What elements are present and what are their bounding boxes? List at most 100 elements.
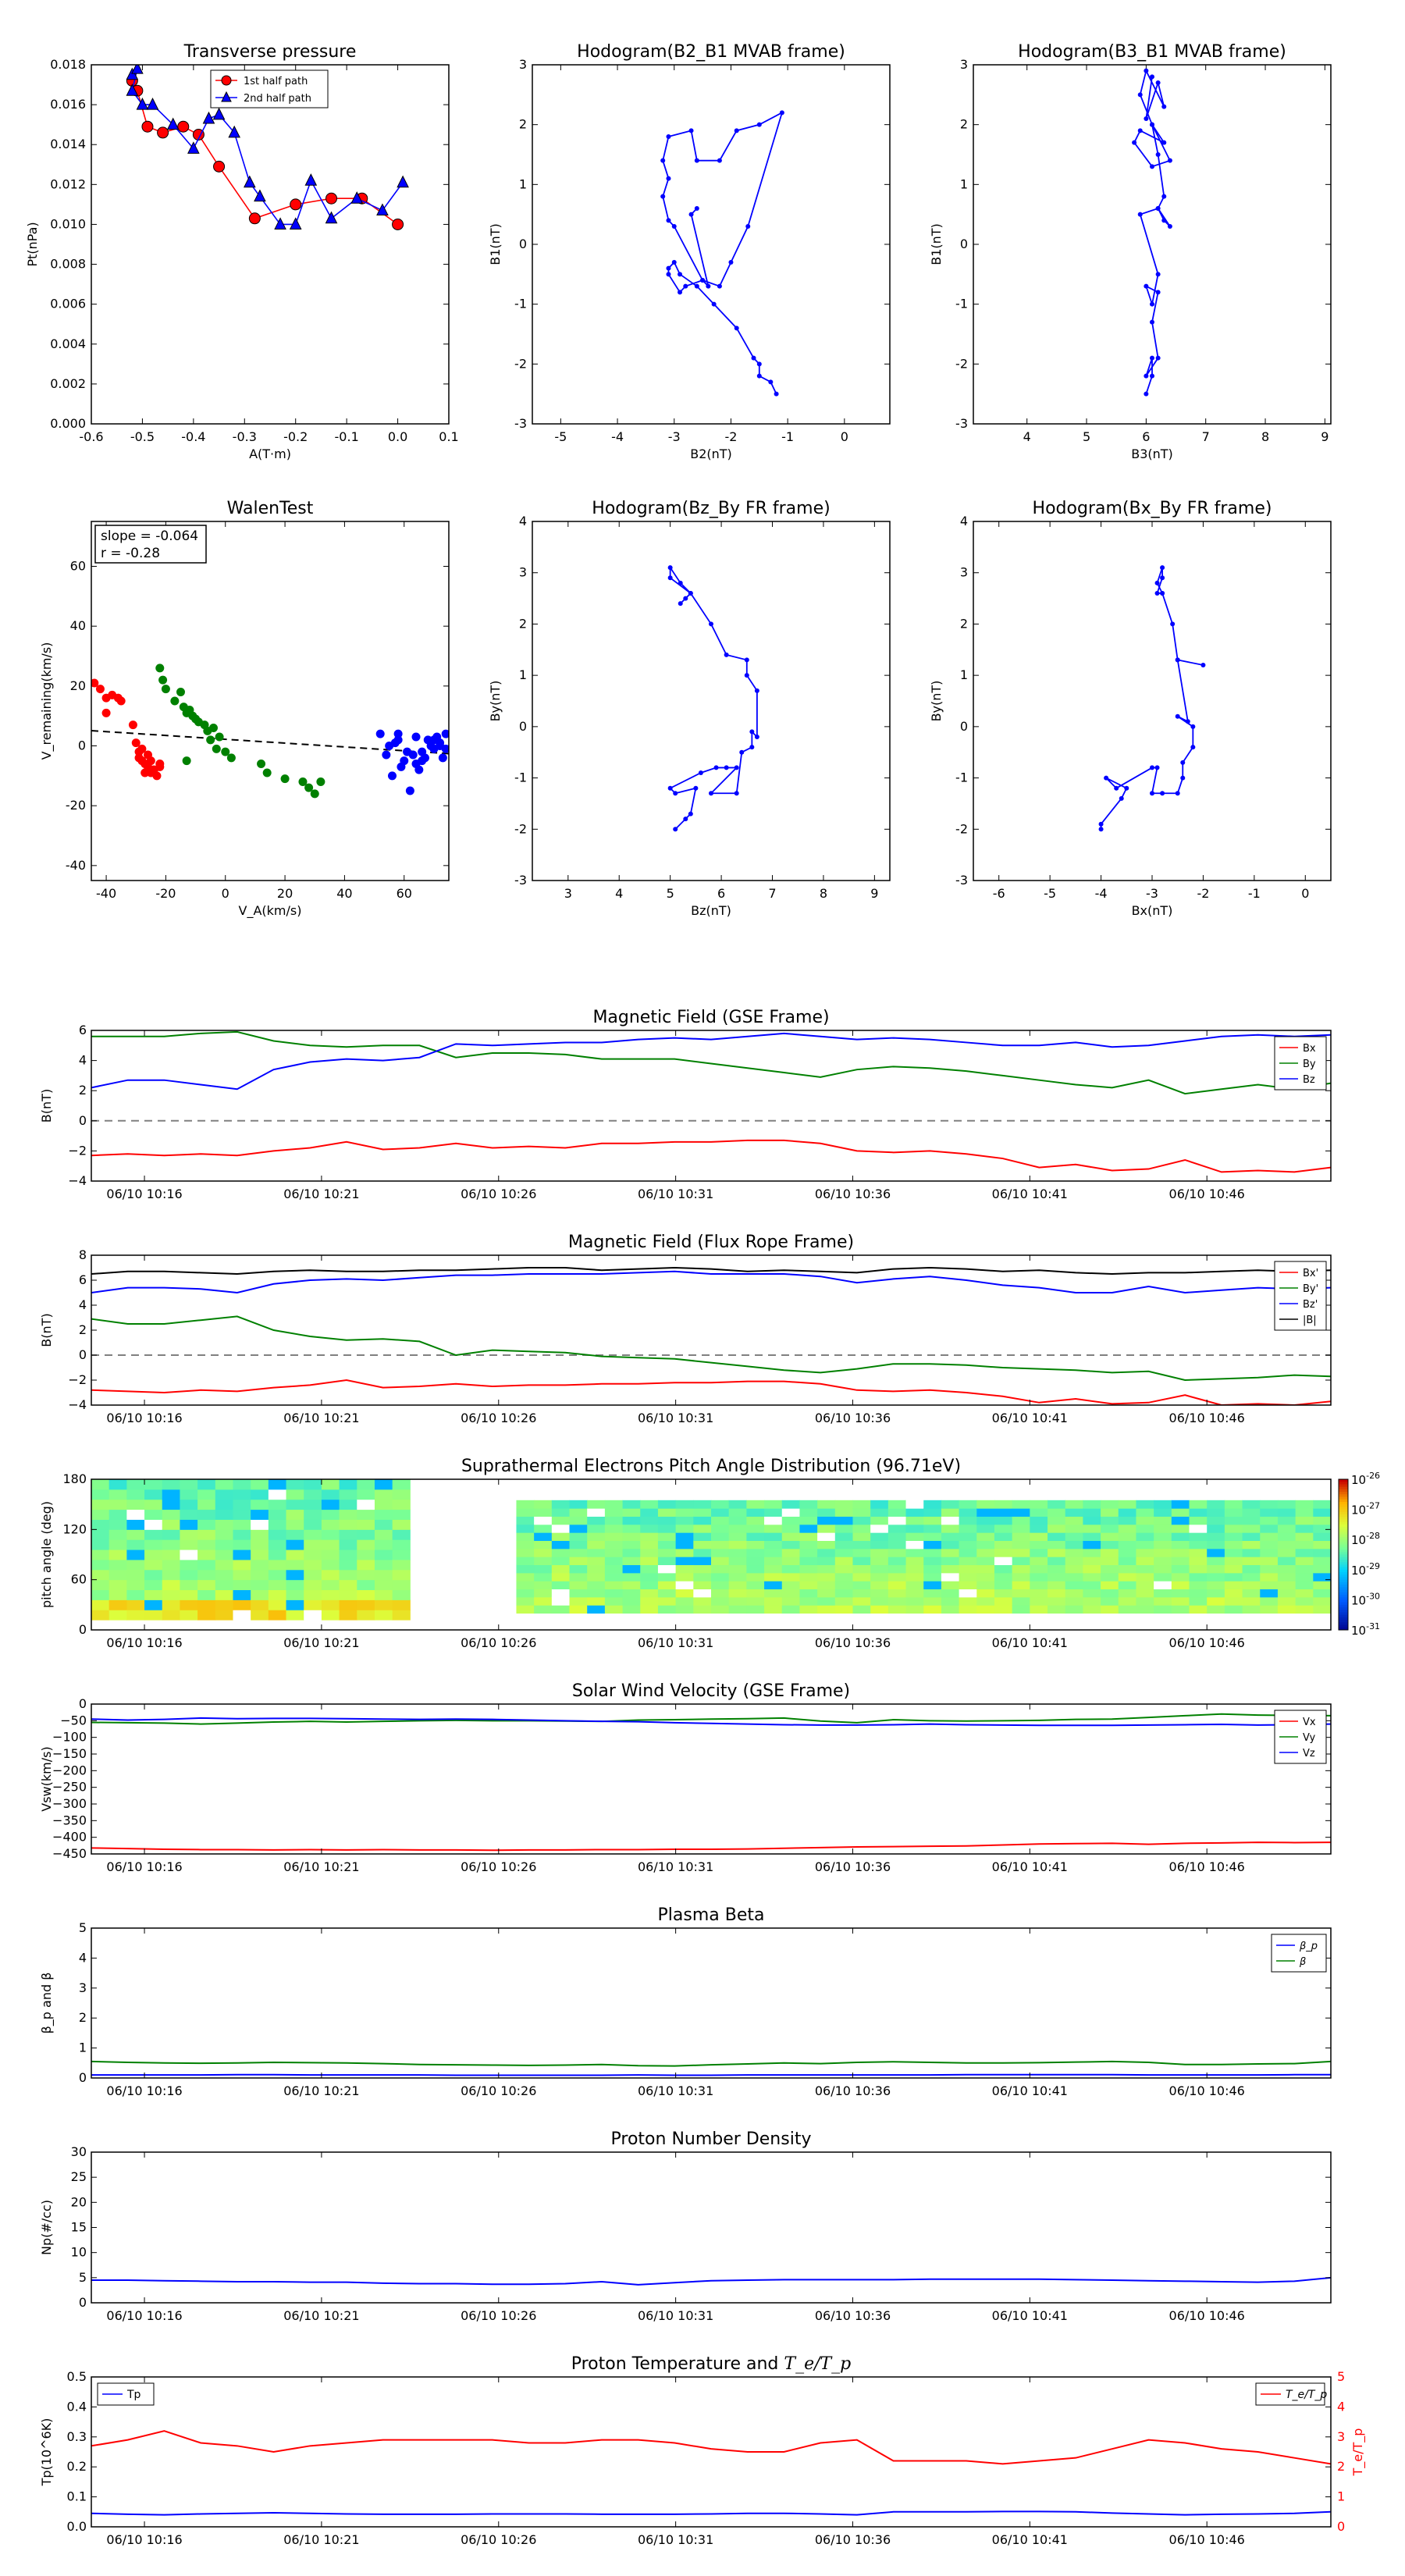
heatmap-cell — [162, 1499, 180, 1510]
heatmap-cell — [1065, 1581, 1083, 1590]
heatmap-cell — [746, 1508, 765, 1517]
heatmap-cell — [976, 1524, 995, 1533]
data-point — [694, 158, 699, 163]
legend-label: |B| — [1303, 1315, 1317, 1326]
heatmap-cell — [622, 1540, 641, 1550]
heatmap-cell — [1295, 1589, 1314, 1598]
heatmap-cell — [852, 1532, 871, 1542]
data-point — [411, 732, 421, 742]
heatmap-cell — [1207, 1605, 1225, 1614]
heatmap-cell — [870, 1548, 889, 1557]
y-tick-label: 0 — [79, 1347, 87, 1362]
data-point — [749, 745, 755, 750]
colorbar-tick-base: 10 — [1351, 1533, 1366, 1547]
heatmap-cell — [304, 1479, 322, 1490]
panel-proton-temperature: 06/10 10:16 06/10 10:21 06/10 10:26 06/10 1… — [39, 2354, 1366, 2547]
heatmap-cell — [569, 1581, 588, 1590]
heatmap-cell — [108, 1579, 127, 1591]
heatmap-cell — [1118, 1596, 1136, 1606]
heatmap-cell — [1030, 1557, 1048, 1566]
data-point — [1150, 373, 1154, 379]
heatmap-cell — [1260, 1605, 1279, 1614]
x-tick-label: 06/10 10:16 — [106, 1187, 182, 1201]
legend-label: 1st half path — [244, 76, 308, 87]
data-point — [141, 120, 154, 133]
y-tick-label: 180 — [62, 1471, 87, 1486]
series-line — [91, 1266, 1331, 1276]
heatmap-cell — [1189, 1596, 1208, 1606]
heatmap-cell — [1101, 1548, 1119, 1557]
x-tick-label: 06/10 10:26 — [461, 1187, 536, 1201]
heatmap-cell — [870, 1572, 889, 1582]
heatmap-cell — [1065, 1524, 1083, 1533]
heatmap-cell — [870, 1532, 889, 1542]
heatmap-cell — [516, 1581, 535, 1590]
heatmap-cell — [286, 1579, 304, 1591]
heatmap-cell — [923, 1548, 942, 1557]
plot-frame — [91, 1703, 1332, 1855]
heatmap-cell — [1118, 1572, 1136, 1582]
heatmap-cell — [799, 1532, 818, 1542]
y-axis-label: V_remaining(km/s) — [39, 642, 55, 760]
heatmap-cell — [746, 1540, 765, 1550]
x-tick-label: 06/10 10:36 — [815, 1411, 891, 1425]
heatmap-cell — [622, 1596, 641, 1606]
heatmap-cell — [923, 1524, 942, 1533]
heatmap-cell — [675, 1581, 694, 1590]
heatmap-cell — [108, 1610, 127, 1621]
heatmap-cell — [321, 1519, 340, 1530]
plot-frame — [532, 64, 891, 425]
colorbar-segment — [1339, 1492, 1348, 1495]
colorbar-segment — [1339, 1577, 1348, 1581]
heatmap-cell — [197, 1550, 216, 1560]
heatmap-cell — [357, 1550, 375, 1560]
heatmap-cell — [941, 1605, 960, 1614]
x-tick-label: 06/10 10:26 — [461, 2532, 536, 2547]
heatmap-cell — [233, 1599, 251, 1610]
heatmap-cell — [1295, 1564, 1314, 1574]
heatmap-cell — [1242, 1589, 1261, 1598]
heatmap-cell — [516, 1524, 535, 1533]
heatmap-cell — [357, 1479, 375, 1490]
y-axis-label: Np(#/cc) — [39, 2200, 54, 2255]
y-tick-label: 0.4 — [67, 2399, 87, 2414]
x-tick-label: 06/10 10:21 — [283, 1411, 359, 1425]
heatmap-cell — [923, 1508, 942, 1517]
y-axis-label: pitch angle (deg) — [39, 1501, 54, 1608]
plot-area — [660, 110, 784, 397]
heatmap-cell — [569, 1605, 588, 1614]
heatmap-cell — [339, 1539, 357, 1550]
y-tick-label: 6 — [79, 1023, 87, 1037]
heatmap-cell — [976, 1548, 995, 1557]
y-tick-label: 8 — [79, 1247, 87, 1262]
heatmap-cell — [976, 1581, 995, 1590]
heatmap-cell — [622, 1532, 641, 1542]
colorbar-segment — [1339, 1624, 1348, 1628]
heatmap-cell — [1295, 1532, 1314, 1542]
heatmap-cell — [251, 1499, 269, 1510]
y-axis-label: By(nT) — [929, 681, 944, 722]
heatmap-cell — [268, 1519, 287, 1530]
colorbar-segment — [1339, 1486, 1348, 1490]
legend-label: β — [1299, 1956, 1306, 1968]
heatmap-cell — [941, 1564, 960, 1574]
heatmap-cell — [994, 1540, 1013, 1550]
y-tick-label: -2 — [955, 821, 968, 836]
heatmap-cell — [551, 1516, 571, 1525]
panel-hodogram-bz-by: 3 4 5 6 7 8 9 -3 -2 -1 0 1 2 3 4 Hodogram(Bz_By FR fram… — [488, 499, 891, 918]
heatmap-cell — [1242, 1581, 1261, 1590]
heatmap-cell — [711, 1605, 730, 1614]
heatmap-cell — [1313, 1581, 1332, 1590]
x-tick-label: 0 — [1301, 886, 1309, 901]
legend-label: T_e/T_p — [1286, 2389, 1327, 2401]
x-tick-label: 40 — [336, 886, 352, 901]
heatmap-cell — [516, 1500, 535, 1509]
heatmap-cell — [640, 1596, 659, 1606]
heatmap-cell — [994, 1572, 1013, 1582]
heatmap-cell — [817, 1508, 836, 1517]
y-tick-label: 20 — [71, 2194, 87, 2209]
x-tick-label: 06/10 10:16 — [106, 2532, 182, 2547]
heatmap-cell — [870, 1581, 889, 1590]
heatmap-cell — [1065, 1557, 1083, 1566]
heatmap-cell — [587, 1540, 606, 1550]
